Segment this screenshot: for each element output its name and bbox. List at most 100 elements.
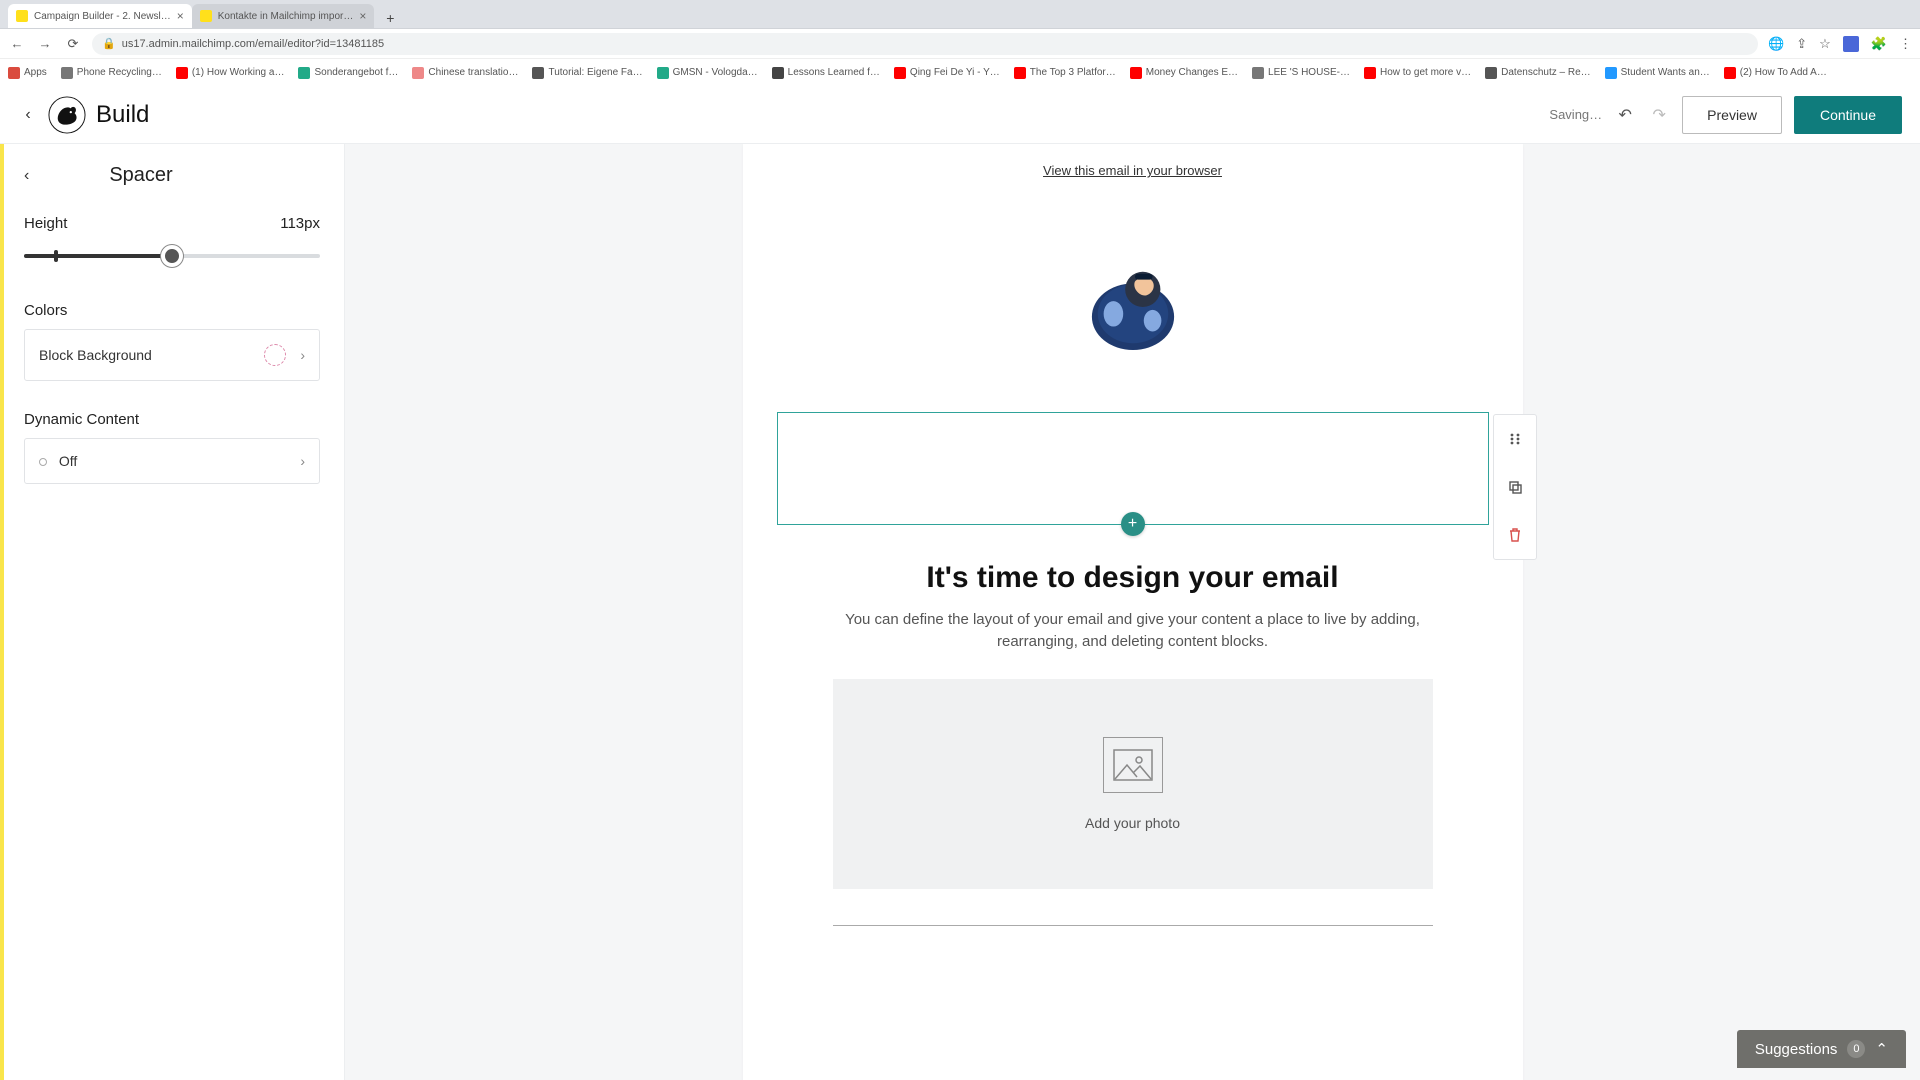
view-online-row: View this email in your browser [743,144,1523,190]
bookmark-label: Lessons Learned f… [788,67,880,78]
bookmark-favicon-icon [1252,67,1264,79]
logo-block [743,190,1523,412]
brand-logo-icon [1084,260,1182,352]
bookmark-item[interactable]: Datenschutz – Re… [1485,67,1591,79]
bookmark-favicon-icon [8,67,20,79]
sidebar-panel: ‹ Spacer Height 113px Colors Block Backg… [0,144,345,1080]
add-photo-label: Add your photo [1085,815,1180,831]
chevron-right-icon: › [300,453,305,469]
delete-icon[interactable] [1494,511,1536,559]
lock-icon: 🔒 [102,37,116,50]
nav-forward-icon[interactable]: → [36,35,54,53]
bookmark-item[interactable]: Lessons Learned f… [772,67,880,79]
mailchimp-logo-icon [48,96,86,134]
bookmark-favicon-icon [176,67,188,79]
preview-button[interactable]: Preview [1682,96,1782,134]
bookmark-favicon-icon [657,67,669,79]
redo-icon: ↷ [1648,105,1670,125]
divider [833,925,1433,926]
bookmark-item[interactable]: Money Changes E… [1130,67,1238,79]
browser-nav-row: ← → ⟳ 🔒 us17.admin.mailchimp.com/email/e… [0,28,1920,58]
bookmark-item[interactable]: Tutorial: Eigene Fa… [532,67,642,79]
color-swatch [264,344,286,366]
undo-icon[interactable]: ↶ [1614,105,1636,125]
close-icon[interactable]: × [359,9,366,23]
slider-thumb[interactable] [161,245,183,267]
browser-action-icons: 🌐 ⇪ ☆ 🧩 ⋮ [1768,36,1912,52]
bookmark-favicon-icon [298,67,310,79]
duplicate-icon[interactable] [1494,463,1536,511]
translate-icon[interactable]: 🌐 [1768,36,1784,52]
bookmark-favicon-icon [1724,67,1736,79]
dynamic-content-row[interactable]: Off › [24,438,320,484]
bookmark-label: How to get more v… [1380,67,1471,78]
suggestions-panel-toggle[interactable]: Suggestions 0 ⌃ [1737,1030,1906,1068]
profile-icon[interactable] [1843,36,1859,52]
bookmark-label: Apps [24,67,47,78]
bookmark-item[interactable]: Phone Recycling… [61,67,162,79]
bookmark-item[interactable]: Qing Fei De Yi - Y… [894,67,1000,79]
suggestions-label: Suggestions [1755,1041,1838,1058]
bookmark-favicon-icon [772,67,784,79]
bookmark-item[interactable]: LEE 'S HOUSE-… [1252,67,1350,79]
bookmark-favicon-icon [532,67,544,79]
back-button[interactable]: ‹ [18,106,38,124]
nav-reload-icon[interactable]: ⟳ [64,35,82,53]
browser-tab[interactable]: Kontakte in Mailchimp impor… × [192,4,375,28]
hero-title: It's time to design your email [743,561,1523,595]
new-tab-button[interactable]: + [380,8,400,28]
chevron-up-icon: ⌃ [1875,1040,1888,1058]
bookmark-favicon-icon [1605,67,1617,79]
bookmark-item[interactable]: Sonderangebot f… [298,67,398,79]
block-background-label: Block Background [39,347,152,363]
close-icon[interactable]: × [177,9,184,23]
height-slider[interactable] [24,240,320,272]
colors-section-title: Colors [24,302,320,319]
bookmark-item[interactable]: (1) How Working a… [176,67,285,79]
extensions-icon[interactable]: 🧩 [1871,36,1887,52]
height-value: 113px [280,215,320,232]
bookmark-item[interactable]: Apps [8,67,47,79]
bookmark-item[interactable]: The Top 3 Platfor… [1014,67,1116,79]
bookmark-label: LEE 'S HOUSE-… [1268,67,1350,78]
nav-back-icon[interactable]: ← [8,35,26,53]
tab-title: Campaign Builder - 2. Newsl… [34,11,171,22]
bookmark-item[interactable]: GMSN - Vologda… [657,67,758,79]
menu-icon[interactable]: ⋮ [1899,36,1912,52]
dynamic-content-value: Off [59,453,77,469]
spacer-block-wrap: + [743,412,1523,525]
bookmark-favicon-icon [1485,67,1497,79]
continue-button[interactable]: Continue [1794,96,1902,134]
app-header: ‹ Build Saving… ↶ ↷ Preview Continue [0,86,1920,144]
star-icon[interactable]: ☆ [1819,36,1831,52]
radio-dot-icon [39,458,47,466]
bookmark-label: (1) How Working a… [192,67,285,78]
bookmark-item[interactable]: (2) How To Add A… [1724,67,1827,79]
block-background-row[interactable]: Block Background › [24,329,320,381]
favicon-icon [200,10,212,22]
add-photo-block[interactable]: Add your photo [833,679,1433,889]
address-bar[interactable]: 🔒 us17.admin.mailchimp.com/email/editor?… [92,33,1758,55]
hero-subtitle: You can define the layout of your email … [743,595,1523,679]
email-canvas: View this email in your browser + [345,144,1920,1080]
add-block-button[interactable]: + [1121,512,1145,536]
bookmark-favicon-icon [1130,67,1142,79]
browser-tab-active[interactable]: Campaign Builder - 2. Newsl… × [8,4,192,28]
drag-handle-icon[interactable] [1494,415,1536,463]
page-title: Build [96,101,149,129]
view-online-link[interactable]: View this email in your browser [1043,163,1222,178]
bookmark-label: Sonderangebot f… [314,67,398,78]
bookmark-favicon-icon [61,67,73,79]
sidebar-title: Spacer [109,164,172,187]
chevron-right-icon: › [300,347,305,363]
bookmark-item[interactable]: How to get more v… [1364,67,1471,79]
bookmark-item[interactable]: Student Wants an… [1605,67,1710,79]
bookmark-label: GMSN - Vologda… [673,67,758,78]
share-icon[interactable]: ⇪ [1796,36,1807,52]
sidebar-back-button[interactable]: ‹ [24,167,29,185]
bookmark-item[interactable]: Chinese translatio… [412,67,518,79]
bookmark-bar: Apps Phone Recycling… (1) How Working a… So… [0,58,1920,86]
bookmark-label: Student Wants an… [1621,67,1710,78]
url-text: us17.admin.mailchimp.com/email/editor?id… [122,38,384,50]
spacer-block[interactable]: + [777,412,1489,525]
